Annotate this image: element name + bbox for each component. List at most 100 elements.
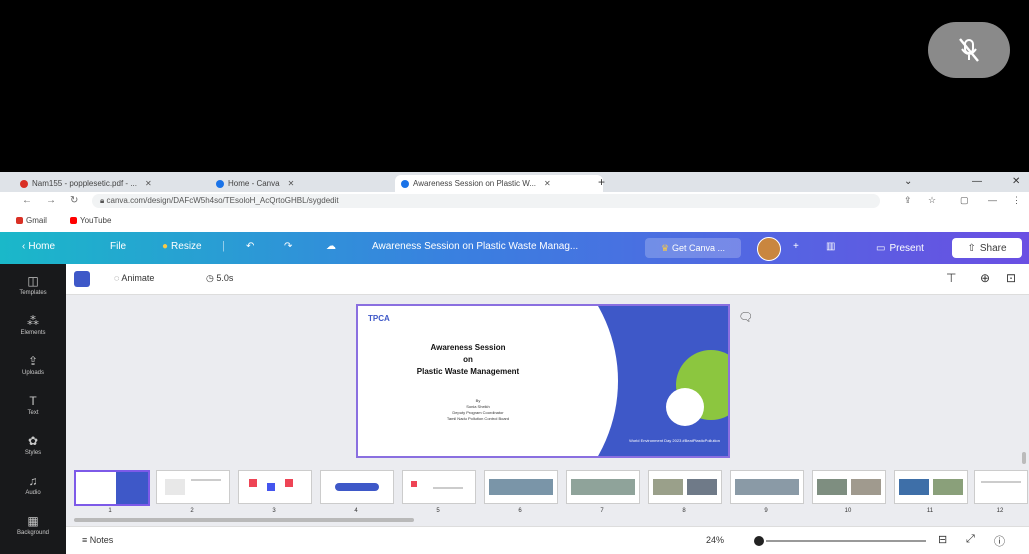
sidebar-item-audio[interactable]: ♫ Audio	[0, 474, 66, 496]
page-filmstrip: 1 2 3 4 5 6 7 8 9 10 11 12	[66, 464, 1029, 522]
page-thumbnail[interactable]	[238, 470, 312, 504]
minimize-icon[interactable]: —	[972, 176, 982, 187]
bookmark-youtube[interactable]: YouTube	[70, 216, 111, 225]
sidebar-label: Styles	[24, 450, 42, 456]
lock-icon[interactable]: ⊕	[980, 271, 990, 285]
upload-icon: ⇧	[967, 242, 976, 254]
slide-canvas[interactable]: TPCA Awareness Session on Plastic Waste …	[356, 304, 730, 458]
color-swatch[interactable]	[74, 271, 90, 287]
notes-button[interactable]: ≡ Notes	[82, 535, 113, 545]
reload-icon[interactable]: ↻	[70, 195, 78, 206]
upgrade-label: Get Canva ...	[672, 243, 726, 253]
mic-muted-button[interactable]	[928, 22, 1010, 78]
close-window-icon[interactable]: ✕	[1012, 176, 1020, 187]
page-thumbnail[interactable]	[74, 470, 150, 506]
cloud-saved-icon[interactable]: ☁	[326, 241, 336, 252]
duration-button[interactable]: ◷ 5.0s	[206, 273, 233, 284]
slide-title-line: on	[463, 355, 473, 364]
lock-icon: 🔒︎	[100, 196, 105, 205]
zoom-slider-handle[interactable]	[754, 536, 764, 546]
canva-header: ‹ Home File ● Resize | ↶ ↷ ☁ Awareness S…	[0, 232, 1029, 264]
sidebar-icon[interactable]: ▢	[960, 195, 969, 206]
zoom-slider[interactable]	[766, 540, 926, 542]
page-thumbnail[interactable]	[402, 470, 476, 504]
slide-presenter: By Sonia Sheikh Deputy Program Coordinat…	[408, 398, 548, 422]
page-number: 10	[844, 508, 852, 514]
fullscreen-icon[interactable]: ⤢	[966, 533, 975, 546]
add-collaborator-button[interactable]: +	[793, 241, 799, 252]
resize-button[interactable]: ● Resize	[162, 241, 202, 252]
close-icon[interactable]: ✕	[544, 179, 551, 188]
forward-icon[interactable]: →	[46, 195, 56, 206]
sidebar-item-templates[interactable]: ◫ Templates	[0, 274, 66, 296]
menu-icon[interactable]: ⋮	[1012, 195, 1021, 206]
bookmark-label: Gmail	[26, 216, 47, 225]
page-number: 1	[108, 508, 112, 514]
animate-button[interactable]: ◌ Animate	[114, 273, 154, 283]
slide-title-line: Plastic Waste Management	[416, 367, 520, 376]
star-icon[interactable]: ☆	[928, 195, 936, 206]
canva-favicon-icon	[401, 179, 409, 188]
animate-label: Animate	[121, 273, 155, 283]
page-thumbnail[interactable]	[566, 470, 640, 504]
page-view-icon[interactable]: ⊟	[938, 533, 947, 546]
file-menu[interactable]: File	[110, 241, 126, 252]
insights-icon[interactable]: ▥	[826, 241, 835, 252]
home-label: Home	[28, 241, 56, 252]
sidebar-item-styles[interactable]: ✿ Styles	[0, 434, 66, 456]
trash-icon[interactable]: ⊡	[1006, 271, 1016, 285]
sidebar-item-elements[interactable]: ⁂ Elements	[0, 314, 66, 336]
templates-icon: ◫	[27, 274, 39, 288]
audio-icon: ♫	[28, 474, 38, 488]
page-thumbnail[interactable]	[730, 470, 804, 504]
help-icon[interactable]: ⓘ	[994, 533, 1005, 549]
sidebar-label: Templates	[19, 290, 47, 296]
browser-tab-home[interactable]: Home - Canva ✕	[210, 175, 402, 192]
scrollbar[interactable]	[1022, 452, 1026, 464]
sidebar-item-background[interactable]: ▦ Background	[0, 514, 66, 536]
browser-tab-active[interactable]: Awareness Session on Plastic W... ✕	[395, 175, 603, 192]
url-text: canva.com/design/DAFcW5h4so/TEsoloH_AcQr…	[106, 196, 339, 205]
page-thumbnail[interactable]	[894, 470, 968, 504]
close-icon[interactable]: ✕	[145, 179, 152, 188]
close-icon[interactable]: ✕	[288, 179, 295, 188]
chevron-left-icon: ‹	[22, 241, 26, 252]
sidebar-item-uploads[interactable]: ⇪ Uploads	[0, 354, 66, 376]
url-input[interactable]: 🔒︎ canva.com/design/DAFcW5h4so/TEsoloH_A…	[92, 194, 880, 208]
page-number: 11	[926, 508, 934, 514]
back-icon[interactable]: ←	[22, 195, 32, 206]
bookmark-gmail[interactable]: Gmail	[16, 216, 47, 225]
page-thumbnail[interactable]	[156, 470, 230, 504]
home-button[interactable]: ‹ Home	[22, 241, 55, 252]
comment-icon[interactable]: 🗨︎	[738, 310, 753, 324]
resize-label: Resize	[171, 241, 202, 252]
upgrade-button[interactable]: ♛ Get Canva ...	[645, 238, 741, 258]
bookmark-label: YouTube	[80, 216, 112, 225]
avatar[interactable]	[757, 237, 781, 261]
page-thumbnail[interactable]	[648, 470, 722, 504]
page-thumbnail[interactable]	[812, 470, 886, 504]
paint-format-icon[interactable]: ⊤	[946, 271, 956, 285]
browser-tab-pdf[interactable]: Nam155 - popplesetic.pdf - ... ✕	[14, 175, 202, 192]
filmstrip-scrollbar[interactable]	[74, 518, 414, 522]
profile-icon[interactable]: —	[988, 195, 997, 205]
present-button[interactable]: ▭ Present	[860, 238, 940, 258]
new-tab-button[interactable]: +	[598, 175, 605, 189]
chevron-down-icon[interactable]: ⌄	[904, 176, 912, 187]
document-title[interactable]: Awareness Session on Plastic Waste Manag…	[372, 241, 578, 252]
page-thumbnail[interactable]	[484, 470, 558, 504]
styles-icon: ✿	[27, 434, 39, 448]
tab-strip: Nam155 - popplesetic.pdf - ... ✕ Home - …	[0, 172, 1029, 192]
zoom-level[interactable]: 24%	[706, 535, 724, 545]
undo-icon[interactable]: ↶	[246, 241, 254, 252]
page-thumbnail[interactable]	[974, 470, 1028, 504]
presenter-line: Tamil Nadu Pollution Control Board	[446, 416, 510, 421]
side-panel: ◫ Templates ⁂ Elements ⇪ Uploads T Text …	[0, 264, 66, 554]
redo-icon[interactable]: ↷	[284, 241, 292, 252]
page-number: 2	[190, 508, 194, 514]
sidebar-item-text[interactable]: T Text	[0, 394, 66, 416]
share-button[interactable]: ⇧ Share	[952, 238, 1022, 258]
video-call-area	[0, 0, 1029, 172]
page-thumbnail[interactable]	[320, 470, 394, 504]
share-page-icon[interactable]: ⇪	[904, 195, 912, 206]
